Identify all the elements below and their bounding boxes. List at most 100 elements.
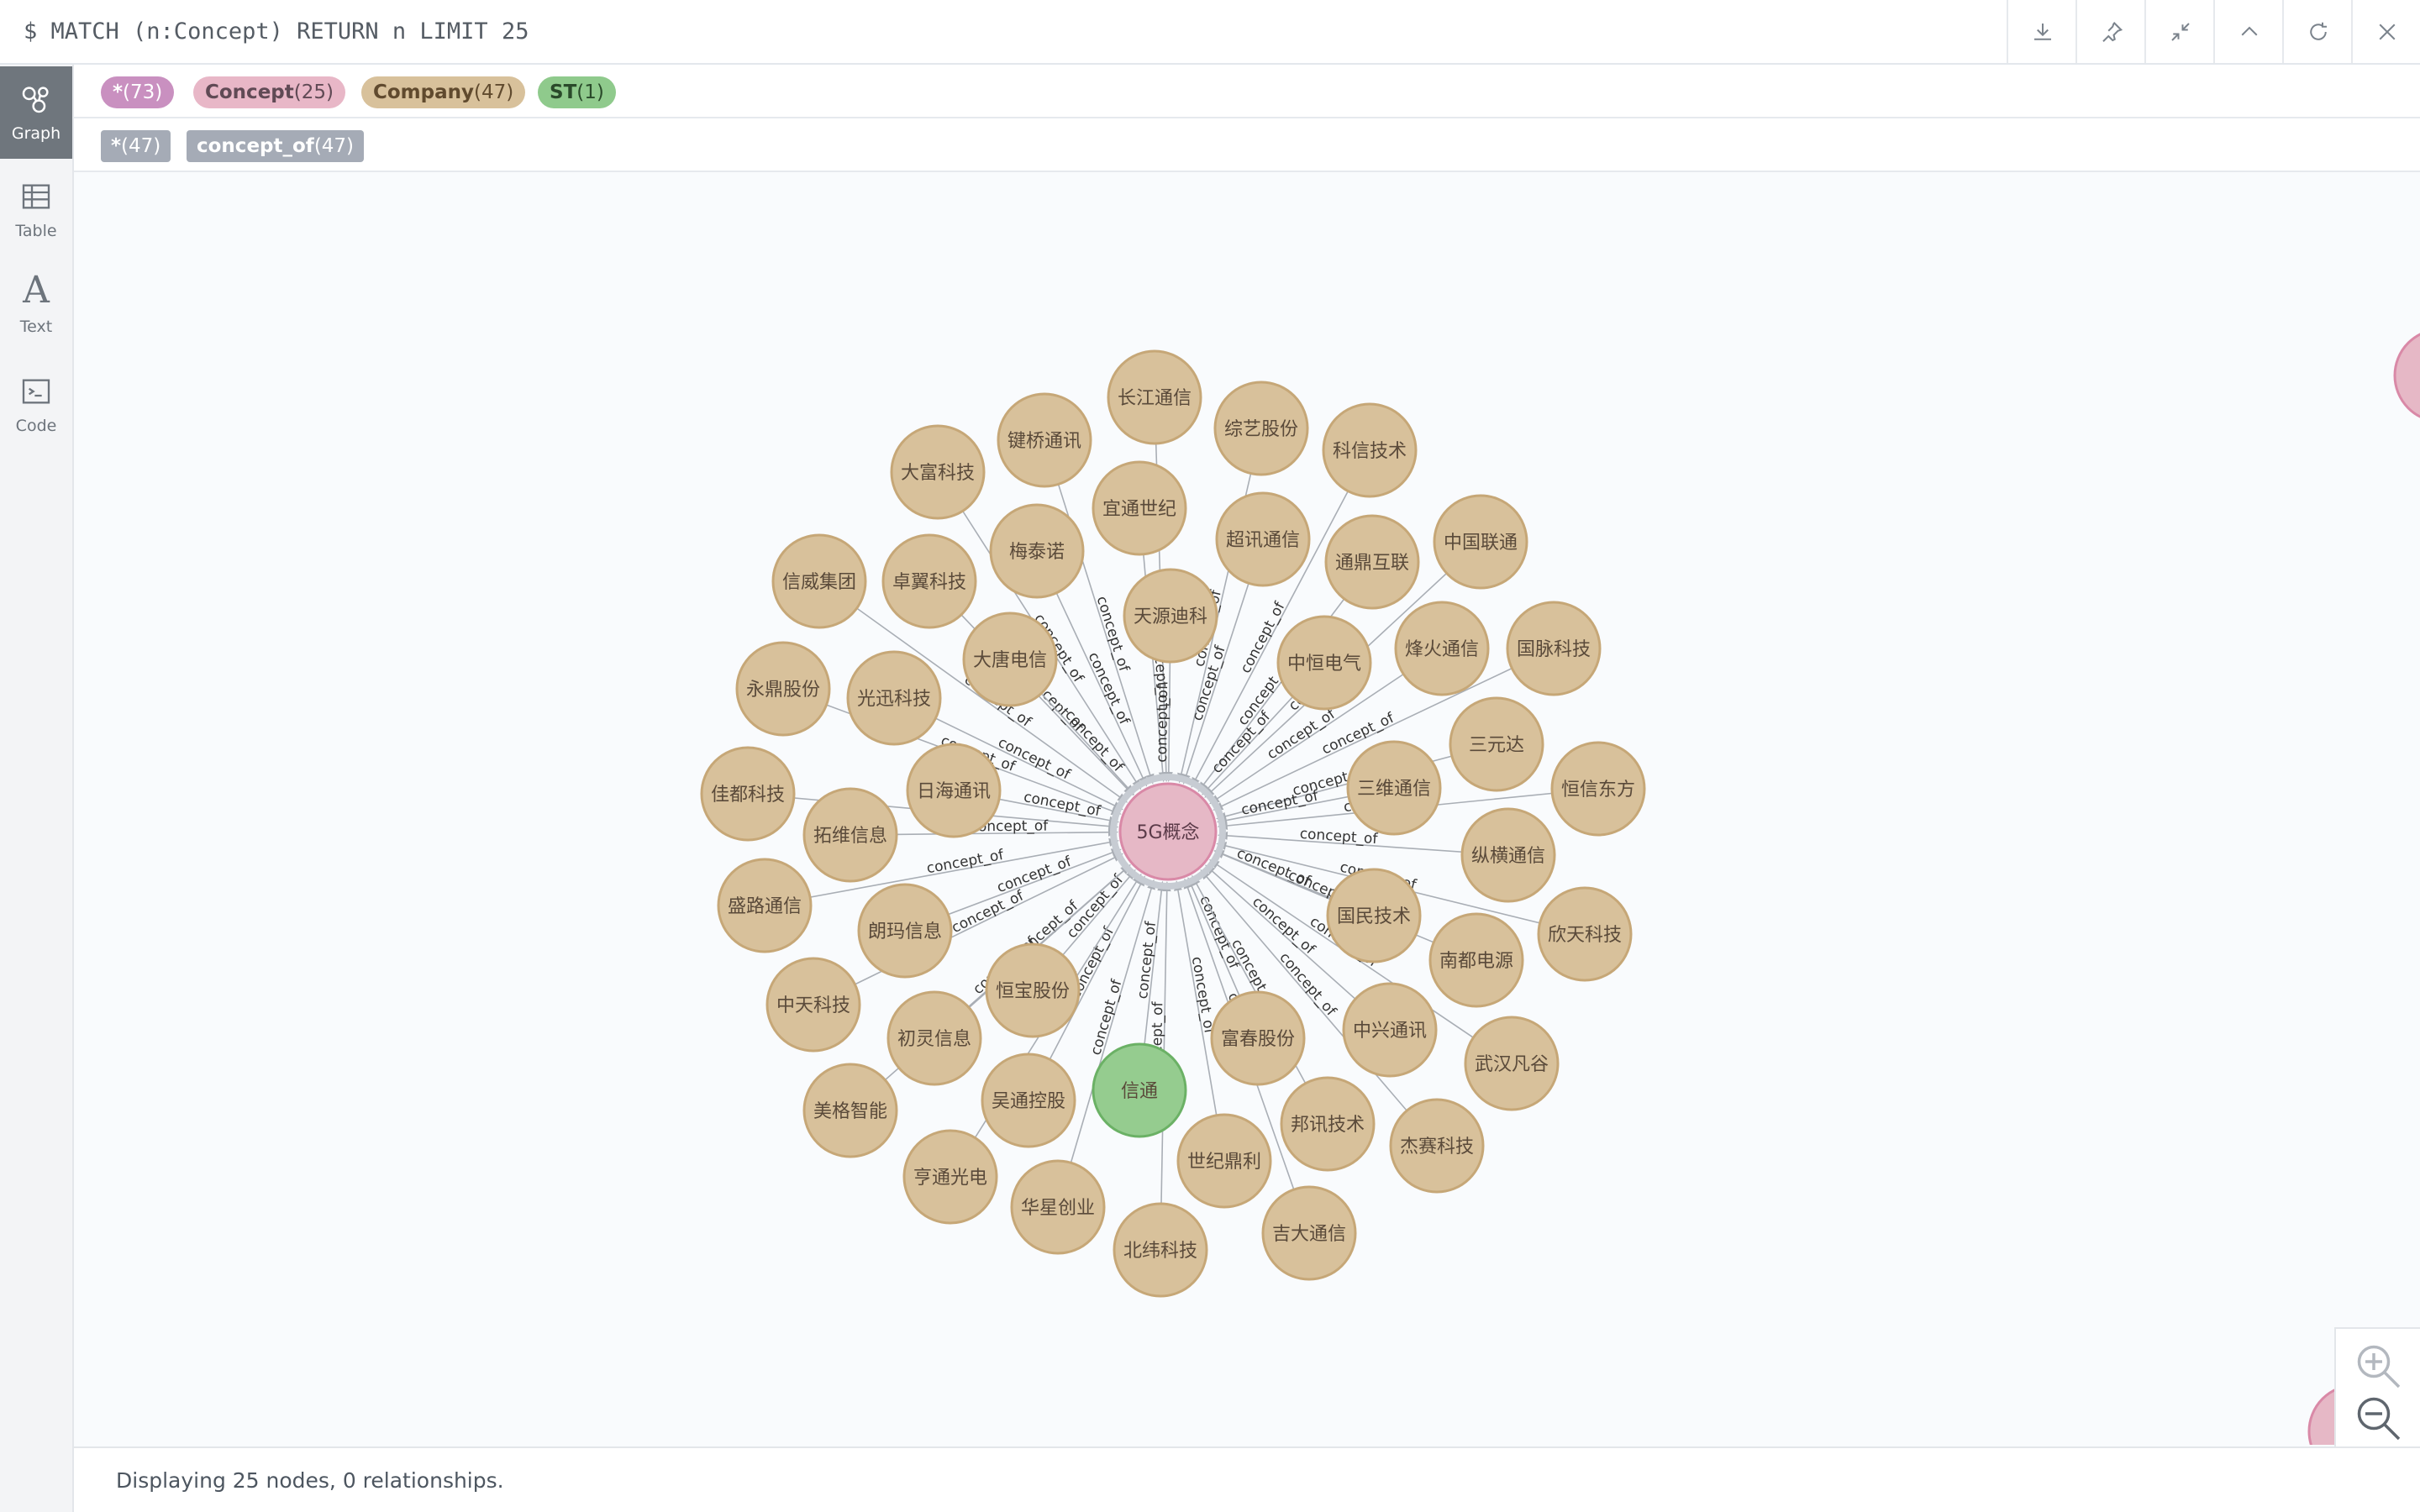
close-button[interactable] bbox=[2351, 0, 2420, 63]
edge-label: concept_of bbox=[1154, 684, 1171, 763]
rel-tag-name: * bbox=[111, 135, 122, 157]
graph-node[interactable]: 中天科技 bbox=[765, 957, 861, 1053]
label-pill-all[interactable]: * (73) bbox=[101, 76, 175, 108]
edge-label: concept_of bbox=[1087, 977, 1126, 1058]
graph-node[interactable]: 欣天科技 bbox=[1537, 886, 1633, 982]
graph-node[interactable]: 盛路通信 bbox=[717, 858, 813, 953]
node-label: 美格智能 bbox=[813, 1101, 887, 1122]
chevron-up-icon bbox=[2241, 26, 2258, 35]
graph-node[interactable]: 烽火通信 bbox=[1394, 601, 1490, 696]
graph-node[interactable]: 梅泰诺 bbox=[989, 503, 1085, 599]
label-pill-company[interactable]: Company (47) bbox=[361, 76, 526, 108]
graph-node[interactable]: 恒信东方 bbox=[1550, 741, 1646, 837]
node-label: 中恒电气 bbox=[1287, 654, 1361, 675]
status-bar: Displaying 25 nodes, 0 relationships. bbox=[74, 1446, 2420, 1512]
graph-node[interactable]: 中国联通 bbox=[1433, 494, 1528, 590]
label-pill-count: (1) bbox=[576, 81, 604, 103]
graph-node[interactable]: 大富科技 bbox=[890, 424, 986, 520]
graph-node[interactable]: 国民技术 bbox=[1326, 868, 1422, 963]
node-label: 恒信东方 bbox=[1561, 780, 1635, 801]
graph-node[interactable]: 中恒电气 bbox=[1276, 615, 1372, 711]
graph-node[interactable]: 华星创业 bbox=[1010, 1159, 1106, 1255]
graph-node[interactable]: 三维通信 bbox=[1346, 740, 1442, 836]
graph-node[interactable]: 永鼎股份 bbox=[735, 641, 831, 737]
node-label: 综艺股份 bbox=[1224, 419, 1298, 440]
graph-node[interactable]: 拓维信息 bbox=[802, 787, 898, 883]
nav-graph[interactable]: Graph bbox=[0, 66, 72, 159]
graph-node[interactable]: 信通 bbox=[1092, 1042, 1187, 1138]
graph-node[interactable]: 大唐电信 bbox=[962, 612, 1058, 707]
graph-node[interactable]: 美格智能 bbox=[802, 1063, 898, 1158]
graph-node[interactable]: 三元达 bbox=[1449, 696, 1544, 792]
graph-node[interactable]: 初灵信息 bbox=[886, 990, 982, 1086]
graph-node[interactable]: 纵横通信 bbox=[1460, 807, 1556, 903]
label-pill-name: ST bbox=[550, 81, 577, 103]
label-pill-concept[interactable]: Concept (25) bbox=[193, 76, 345, 108]
graph-node[interactable]: 恒宝股份 bbox=[985, 942, 1081, 1038]
graph-node[interactable]: 卓翼科技 bbox=[881, 533, 977, 629]
node-label: 盛路通信 bbox=[728, 896, 802, 917]
graph-node[interactable]: 邦讯技术 bbox=[1280, 1076, 1376, 1172]
graph-node[interactable]: 朗玛信息 bbox=[857, 883, 953, 979]
graph-node[interactable]: 天源迪科 bbox=[1123, 568, 1218, 664]
nav-code[interactable]: Code bbox=[0, 359, 72, 451]
graph-node[interactable]: 亨通光电 bbox=[902, 1129, 998, 1225]
zoom-out-button[interactable] bbox=[2353, 1393, 2403, 1443]
graph-node[interactable]: 生 bbox=[2393, 329, 2420, 422]
graph-node[interactable]: 通鼎互联 bbox=[1324, 514, 1420, 610]
graph-canvas[interactable]: concept_of concept_of concept_of concept_of… bbox=[76, 173, 2420, 1445]
collapse-icon bbox=[2171, 22, 2190, 41]
graph-node[interactable]: 长江通信 bbox=[1107, 349, 1202, 445]
graph-node[interactable]: 键桥通讯 bbox=[997, 392, 1092, 488]
pin-button[interactable] bbox=[2075, 0, 2146, 63]
zoom-in-button[interactable] bbox=[2353, 1341, 2403, 1391]
collapse-button[interactable] bbox=[2144, 0, 2215, 63]
graph-node[interactable]: 吴通控股 bbox=[981, 1053, 1076, 1148]
graph-node[interactable]: 日海通讯 bbox=[906, 743, 1002, 838]
node-label: 纵横通信 bbox=[1471, 846, 1545, 867]
graph-icon bbox=[22, 87, 49, 113]
nav-text[interactable]: A Text bbox=[0, 258, 72, 350]
query-text[interactable]: $ MATCH (n:Concept) RETURN n LIMIT 25 bbox=[24, 18, 529, 45]
label-pill-st[interactable]: ST (1) bbox=[538, 76, 616, 108]
rel-tag-concept-of[interactable]: concept_of (47) bbox=[187, 130, 365, 162]
graph-node[interactable]: 北纬科技 bbox=[1113, 1202, 1208, 1298]
graph-node[interactable]: 富春股份 bbox=[1210, 990, 1306, 1086]
edge-label: concept_of bbox=[925, 847, 1006, 878]
node-label: 光迅科技 bbox=[857, 689, 931, 710]
nav-graph-label: Graph bbox=[11, 124, 61, 143]
rel-tag-all[interactable]: * (47) bbox=[101, 130, 171, 162]
text-icon: A bbox=[23, 269, 50, 312]
graph-node[interactable]: 佳都科技 bbox=[700, 746, 796, 842]
node-label: 南都电源 bbox=[1439, 951, 1513, 972]
node-label: 拓维信息 bbox=[813, 826, 887, 847]
label-pill-name: Company bbox=[373, 81, 474, 103]
download-button[interactable] bbox=[2007, 0, 2077, 63]
graph-node[interactable]: 南都电源 bbox=[1428, 912, 1524, 1008]
graph-node[interactable]: 超讯通信 bbox=[1215, 491, 1311, 587]
graph-node[interactable]: 国脉科技 bbox=[1506, 601, 1602, 696]
node-label: 超讯通信 bbox=[1226, 530, 1300, 551]
graph-node[interactable]: 科信技术 bbox=[1322, 402, 1418, 498]
center-node[interactable]: 5G概念 bbox=[1110, 774, 1226, 890]
nav-table[interactable]: Table bbox=[0, 164, 72, 256]
graph-node[interactable]: 世纪鼎利 bbox=[1176, 1113, 1272, 1209]
graph-node[interactable]: 宜通世纪 bbox=[1092, 460, 1187, 556]
graph-node[interactable]: 中兴通讯 bbox=[1342, 982, 1438, 1078]
node-label: 大唐电信 bbox=[973, 650, 1047, 671]
graph-node[interactable]: 综艺股份 bbox=[1213, 381, 1309, 476]
node-label: 日海通讯 bbox=[917, 781, 991, 802]
graph-node[interactable]: 光迅科技 bbox=[846, 650, 942, 746]
nodes-layer: 长江通信综艺股份科信技术 键桥通讯大富科技宜通世纪超讯通信 中国联通 梅泰诺通鼎互联信… bbox=[700, 329, 2420, 1445]
graph-node[interactable]: 武汉凡谷 bbox=[1464, 1016, 1560, 1111]
chevron-up-button[interactable] bbox=[2213, 0, 2284, 63]
graph-node[interactable]: 杰赛科技 bbox=[1389, 1098, 1485, 1194]
label-pill-name: Concept bbox=[205, 81, 294, 103]
rerun-button[interactable] bbox=[2282, 0, 2353, 63]
rel-tag-count: (47) bbox=[313, 135, 355, 157]
node-label: 国民技术 bbox=[1337, 906, 1411, 927]
graph-node[interactable]: 信威集团 bbox=[771, 533, 867, 629]
edge-label: concept_of bbox=[949, 887, 1027, 937]
graph-node[interactable]: 吉大通信 bbox=[1261, 1185, 1357, 1281]
node-label: 佳都科技 bbox=[711, 785, 785, 806]
